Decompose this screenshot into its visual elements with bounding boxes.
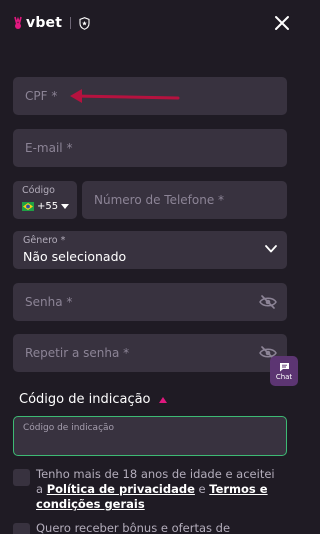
chat-button[interactable]: Chat [270,356,298,386]
phone-number-placeholder: Número de Telefone * [94,193,225,207]
logo-text: vbet [26,15,63,31]
caret-up-icon [158,396,167,403]
age-consent-checkbox[interactable] [13,469,30,486]
annotation-arrow [70,89,180,103]
gender-select[interactable]: Gênero * Não selecionado [13,231,287,269]
country-code-label: Código [22,185,55,196]
repeat-password-field[interactable]: Repetir a senha * [13,334,287,372]
logo-divider [70,17,72,29]
caret-down-icon [61,203,70,209]
shield-star-icon [79,16,90,30]
email-placeholder: E-mail * [25,141,73,155]
gender-value: Não selecionado [23,249,127,264]
repeat-password-placeholder: Repetir a senha * [25,346,130,360]
password-placeholder: Senha * [25,295,73,309]
password-field[interactable]: Senha * [13,283,287,321]
email-field[interactable]: E-mail * [13,129,287,167]
eye-off-icon[interactable] [259,295,277,309]
brazil-flag-icon [22,202,34,211]
country-code-text: +55 [37,201,59,212]
chat-label: Chat [275,372,293,381]
age-consent-joiner: e [198,482,206,496]
phone-number-field[interactable]: Número de Telefone * [82,181,287,219]
country-code-value: +55 [22,201,70,212]
age-consent-row: Tenho mais de 18 anos de idade e aceitei… [13,467,287,513]
referral-code-input[interactable]: Código de indicação [13,416,287,456]
brand: vbet [12,15,90,31]
chevron-down-icon [265,245,277,253]
age-consent-text: Tenho mais de 18 anos de idade e aceitei… [36,467,281,512]
close-icon[interactable] [274,15,290,31]
phone-row: Código +55 Número de Telefone * [13,181,287,219]
gender-label: Gênero * [23,235,66,246]
top-bar: vbet [0,0,300,46]
referral-placeholder: Código de indicação [23,423,115,433]
privacy-policy-link[interactable]: Política de privacidade [47,482,195,496]
country-code-select[interactable]: Código +55 [13,181,77,219]
chat-bubble-icon [279,362,289,371]
bonus-consent-checkbox[interactable] [13,523,30,534]
bunny-logo-icon [14,16,22,29]
bonus-consent-row: Quero receber bônus e ofertas de [13,521,287,534]
referral-title: Código de indicação [19,392,151,407]
referral-toggle[interactable]: Código de indicação [19,392,167,407]
cpf-placeholder: CPF * [25,89,58,103]
bonus-consent-text: Quero receber bônus e ofertas de [36,521,231,534]
vbet-logo[interactable]: vbet [12,15,62,31]
